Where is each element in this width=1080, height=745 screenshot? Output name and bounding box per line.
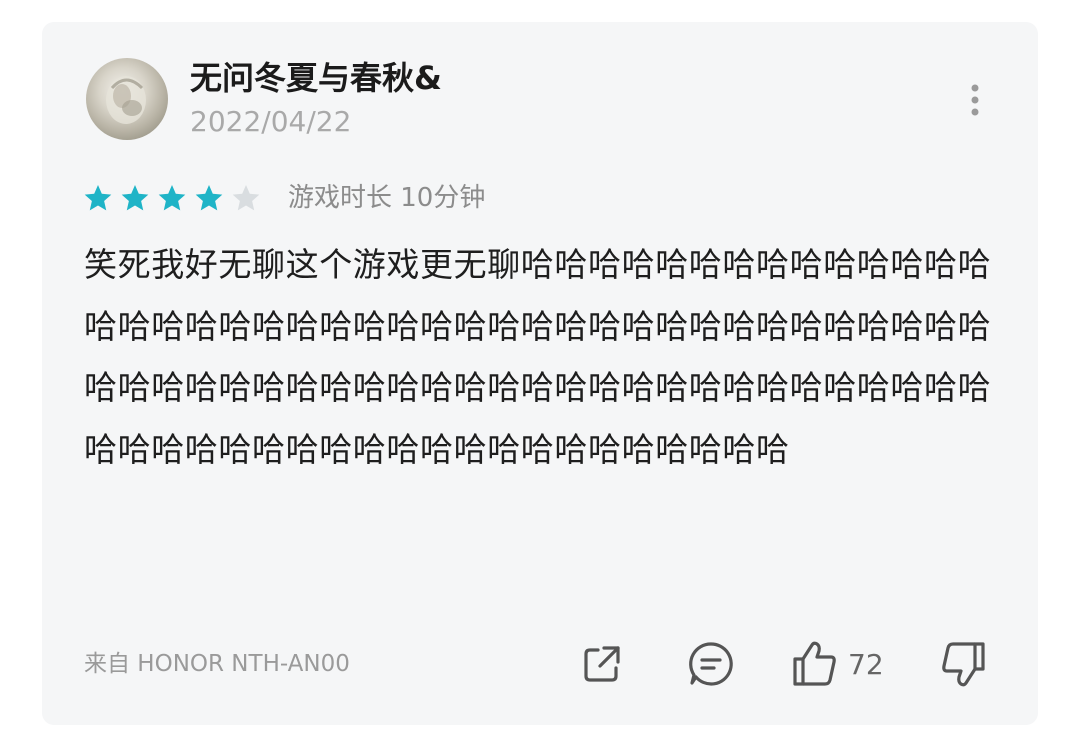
star-filled-icon: [121, 185, 149, 211]
star-rating: [84, 185, 260, 211]
review-date: 2022/04/22: [190, 105, 352, 138]
star-filled-icon: [195, 185, 223, 211]
star-filled-icon: [158, 185, 186, 211]
comment-icon: [689, 642, 733, 686]
share-icon: [584, 646, 620, 682]
playtime-label: 游戏时长 10分钟: [288, 183, 486, 213]
avatar-image: [106, 76, 146, 124]
review-text: 笑死我好无聊这个游戏更无聊哈哈哈哈哈哈哈哈哈哈哈哈哈哈哈哈哈哈哈哈哈哈哈哈哈哈哈…: [84, 245, 992, 469]
review-card: 无问冬夏与春秋& 2022/04/22 游戏时长 10分钟 笑死我好无聊这个游戏…: [42, 22, 1038, 725]
more-vertical-icon: [971, 84, 979, 116]
comment-button[interactable]: [686, 636, 736, 692]
device-label: 来自 HONOR NTH-AN00: [84, 651, 350, 677]
dislike-button[interactable]: [938, 636, 988, 692]
thumbs-up-icon: [793, 641, 836, 686]
share-button[interactable]: [578, 636, 626, 692]
star-empty-icon: [232, 185, 260, 211]
star-filled-icon: [84, 185, 112, 211]
like-count: 72: [848, 647, 884, 681]
username[interactable]: 无问冬夏与春秋&: [190, 56, 442, 100]
like-button[interactable]: 72: [790, 636, 884, 692]
thumbs-down-icon: [942, 642, 985, 687]
avatar[interactable]: [86, 58, 168, 140]
more-options-button[interactable]: [960, 80, 990, 120]
